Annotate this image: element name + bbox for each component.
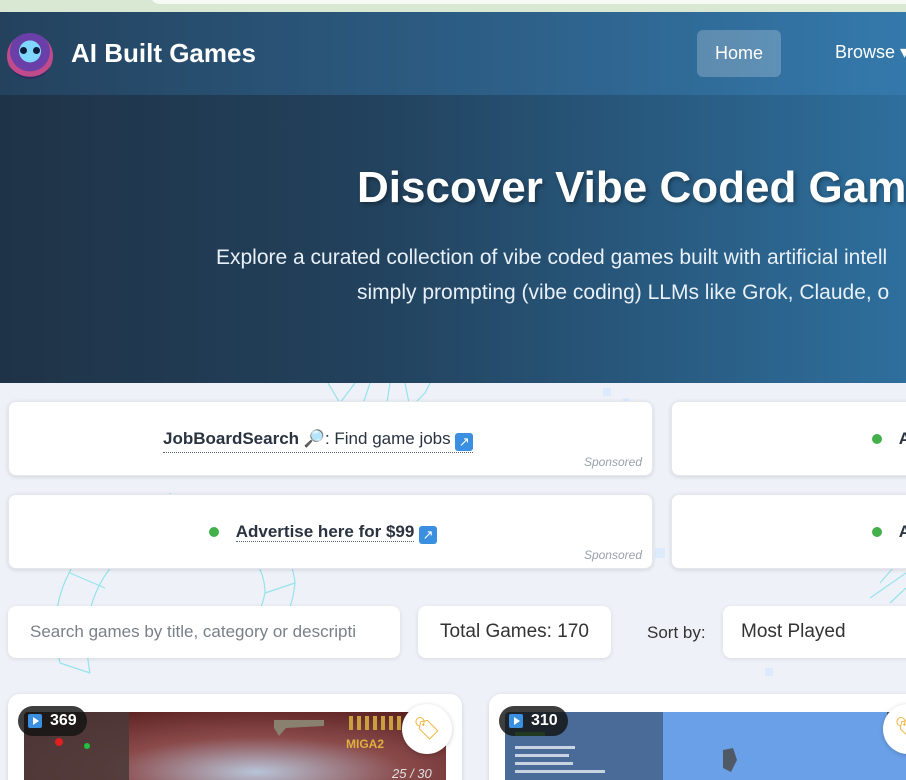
ad-link-advertise[interactable]: Advertise here for $99 ↗: [209, 522, 438, 545]
play-icon: [509, 714, 523, 728]
ad-card-right-2[interactable]: A: [671, 494, 906, 569]
magnifier-icon: 🔎: [303, 429, 325, 448]
brand-name[interactable]: AI Built Games: [71, 38, 256, 69]
ad-link-right-1[interactable]: A: [872, 429, 906, 450]
logo-eye-left: [20, 47, 27, 54]
tag-icon[interactable]: 🏷: [402, 704, 452, 754]
sponsored-label: Sponsored: [583, 548, 642, 562]
logo-eye-right: [33, 47, 40, 54]
browser-top-strip: [0, 0, 906, 12]
ad-link-jobboardsearch[interactable]: JobBoardSearch 🔎: Find game jobs ↗: [163, 429, 474, 453]
game-card[interactable]: MIGA2 25 / 30 369 🏷: [8, 694, 462, 780]
ad-lead-letter: A: [898, 522, 906, 541]
external-link-icon: ↗: [419, 526, 438, 544]
navbar: AI Built Games Home Browse ▾: [0, 12, 906, 95]
hero-subtitle-line-2: simply prompting (vibe coding) LLMs like…: [357, 281, 890, 304]
play-icon: [28, 714, 42, 728]
nav-browse-dropdown[interactable]: Browse ▾: [835, 42, 906, 63]
play-count: 369: [50, 712, 77, 729]
search-input[interactable]: [8, 606, 400, 658]
ad-tagline: : Find game jobs: [324, 429, 451, 448]
hero-subtitle-line-1: Explore a curated collection of vibe cod…: [216, 246, 888, 269]
game-screenshot-image: MIGA2 25 / 30: [24, 712, 446, 780]
play-count-badge: 369: [18, 706, 87, 736]
sort-label: Sort by:: [647, 623, 706, 642]
sort-select[interactable]: Most Played: [723, 606, 906, 658]
status-dot-icon: [872, 434, 882, 444]
nav-home-link[interactable]: Home: [697, 30, 781, 77]
status-dot-icon: [872, 527, 882, 537]
status-dot-icon: [209, 527, 219, 537]
total-games-count: Total Games: 170: [418, 606, 611, 658]
ad-card-advertise[interactable]: Advertise here for $99 ↗ Sponsored: [8, 494, 653, 569]
game-thumbnail[interactable]: MIGA2 25 / 30: [24, 712, 446, 780]
game-hud-count: 25 / 30: [391, 766, 433, 780]
hero-banner: Discover Vibe Coded Gam Explore a curate…: [0, 95, 906, 383]
ad-lead-letter: A: [898, 429, 906, 448]
external-link-icon: ↗: [455, 433, 474, 451]
play-count: 310: [531, 712, 558, 729]
address-bar-edge: [150, 0, 906, 4]
sponsored-label: Sponsored: [583, 455, 642, 469]
ad-advertise-text: Advertise here for $99: [235, 522, 415, 542]
ad-card-right-1[interactable]: A: [671, 401, 906, 476]
ad-card-jobboardsearch[interactable]: JobBoardSearch 🔎: Find game jobs ↗ Spons…: [8, 401, 653, 476]
game-hud-label: MIGA2: [346, 737, 384, 751]
hero-title: Discover Vibe Coded Gam: [357, 163, 906, 212]
ad-link-right-2[interactable]: A: [872, 522, 906, 543]
ad-brand: JobBoardSearch: [163, 429, 300, 448]
site-logo[interactable]: [7, 33, 53, 79]
game-card[interactable]: 310 🏷: [489, 694, 906, 780]
play-count-badge: 310: [499, 706, 568, 736]
